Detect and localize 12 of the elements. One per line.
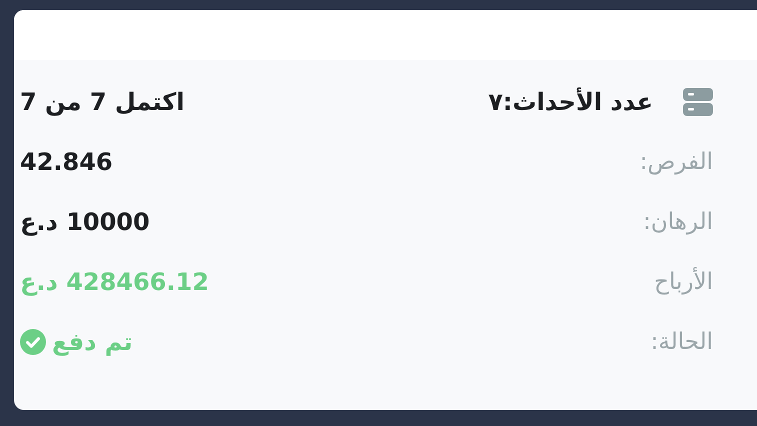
status-text: تم دفع	[52, 328, 133, 356]
field-label: الأرباح	[654, 269, 713, 295]
field-value: 428466.12 د.ع	[20, 268, 209, 296]
field-value: 10000 د.ع	[20, 208, 150, 236]
check-circle-icon	[20, 329, 46, 355]
server-icon	[683, 87, 713, 117]
field-label: الحالة:	[650, 329, 713, 355]
field-label: الرهان:	[643, 209, 713, 235]
events-count-title: عدد الأحداث:٧	[488, 88, 653, 116]
field-value: 42.846	[20, 148, 113, 176]
progress-text: اكتمل 7 من 7	[20, 88, 184, 116]
field-label: الفرص:	[640, 149, 713, 175]
